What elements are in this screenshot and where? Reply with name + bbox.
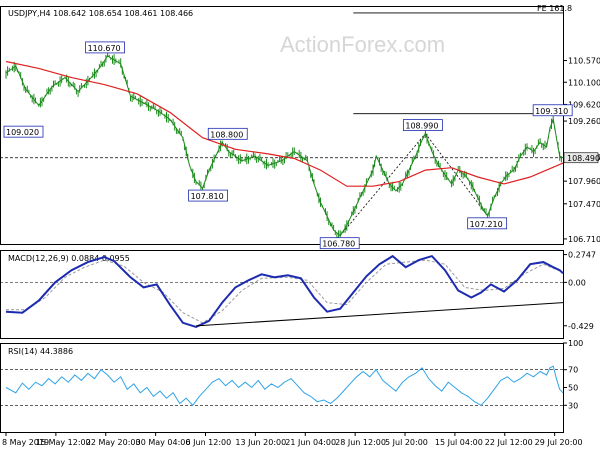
x-tick-label: 28 Jun 12:00 — [335, 438, 386, 447]
price-candles — [5, 50, 562, 239]
x-tick-label: 13 Jun 20:00 — [235, 438, 286, 447]
last-price-label: 108.490 — [567, 154, 600, 163]
x-tick-label: 15 Jul 04:00 — [435, 438, 483, 447]
price-y-tick-label: 110.100 — [568, 78, 600, 87]
rsi-y-tick-label: 70 — [568, 366, 578, 375]
annotation-label: 109.020 — [6, 128, 39, 137]
x-tick-label: 6 Jun 12:00 — [186, 438, 232, 447]
rsi-y-tick-label: 30 — [568, 401, 578, 410]
chart-canvas: ActionForex.com110.570110.100109.620109.… — [0, 4, 600, 447]
macd-signal-series — [6, 259, 564, 324]
rsi-panel-title: RSI(14) 44.3886 — [8, 347, 73, 356]
x-tick-label: 15 May 12:00 — [36, 438, 91, 447]
annotation-label: 110.670 — [88, 44, 121, 53]
macd-y-tick-label: -0.429 — [568, 322, 594, 331]
rsi-series — [5, 365, 564, 407]
x-tick-label: 5 Jul 20:00 — [385, 438, 428, 447]
price-y-tick-label: 107.470 — [568, 200, 600, 209]
price-y-tick-label: 109.260 — [568, 117, 600, 126]
price-panel-title: USDJPY,H4 108.642 108.654 108.461 108.46… — [8, 9, 193, 18]
annotation-label: 106.780 — [322, 240, 355, 249]
macd-y-tick-label: 0.00 — [568, 278, 586, 287]
annotation-label: 107.810 — [191, 192, 224, 201]
macd-y-tick-label: 0.2747 — [568, 251, 596, 260]
x-tick-label: 29 Jul 20:00 — [535, 438, 583, 447]
price-y-tick-label: 110.570 — [568, 57, 600, 66]
macd-main-series — [5, 254, 564, 328]
x-tick-label: 30 May 04:00 — [136, 438, 191, 447]
annotation-label: 108.990 — [405, 122, 438, 131]
panel-frame-rsi — [0, 343, 564, 433]
annotation-label: 107.210 — [470, 220, 503, 229]
rsi-y-tick-label: 50 — [568, 384, 578, 393]
watermark-text: ActionForex.com — [280, 32, 445, 57]
price-y-tick-label: 107.960 — [568, 177, 600, 186]
annotation-label: 109.310 — [535, 107, 568, 116]
rsi-y-tick-label: 100 — [568, 339, 583, 348]
x-tick-label: 22 Jul 12:00 — [485, 438, 533, 447]
price-series — [5, 55, 564, 237]
price-y-tick-label: 106.710 — [568, 235, 600, 244]
x-tick-label: 22 May 20:00 — [86, 438, 141, 447]
macd-trendline — [196, 302, 564, 327]
price-y-tick-label: 109.620 — [568, 100, 600, 109]
macd-panel-title: MACD(12,26,9) 0.0884 0.0955 — [8, 254, 130, 263]
fe-161-label: FE 161.8 — [537, 4, 572, 13]
x-tick-label: 21 Jun 04:00 — [285, 438, 336, 447]
annotation-label: 108.800 — [210, 130, 243, 139]
